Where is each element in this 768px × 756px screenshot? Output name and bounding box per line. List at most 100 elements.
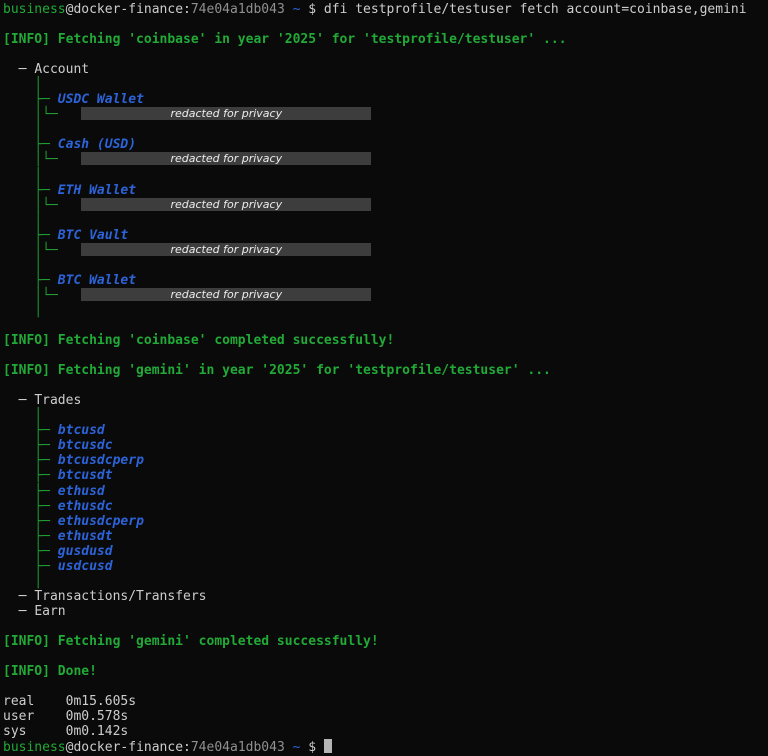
wallet-name: Cash (USD) [58,137,136,152]
trade-symbol: ethusdcperp [58,514,144,529]
tree-item-line: ├─ USDC Wallet [3,92,768,107]
tree-dash: ─ [3,604,34,619]
tree-item-line: ├─ ethusdcperp [3,514,768,529]
command-text: dfi testprofile/testuser fetch account=c… [324,2,747,17]
tree-redacted-line: │└─ redacted for privacy [3,107,768,122]
timing-line: real 0m15.605s [3,694,768,709]
tree-item-line: ├─ Cash (USD) [3,137,768,152]
tree-line: │ [3,122,768,137]
tree-branch: ├─ [3,453,58,468]
trade-symbol: btcusdc [58,438,113,453]
wallet-name: BTC Wallet [58,273,136,288]
tree-dash: ─ [3,62,34,77]
blank-line [3,348,768,363]
tree-item-line: ├─ BTC Wallet [3,273,768,288]
tree-branch: ├─ [3,514,58,529]
redacted-privacy-bar: redacted for privacy [81,243,371,256]
tree-dash: ─ [3,589,34,604]
tree-item-line: ├─ ethusdt [3,529,768,544]
tree-redacted-line: │└─ redacted for privacy [3,243,768,258]
info-line: [INFO] Fetching 'gemini' in year '2025' … [3,363,768,378]
tree-branch: ├─ [3,137,58,152]
terminal[interactable]: business@docker-finance:74e04a1db043 ~ $… [0,0,768,756]
timing-label: sys [3,724,66,739]
tree-branch: ├─ [3,544,58,559]
info-message: [INFO] Fetching 'coinbase' in year '2025… [3,32,567,47]
tree-branch: │ [3,77,42,92]
tree-header-line: ─ Earn [3,604,768,619]
trade-symbol: ethusd [58,484,105,499]
tree-node-label: Transactions/Transfers [34,589,206,604]
prompt-symbol: $ [300,740,323,755]
prompt-container-id: 74e04a1db043 [191,2,285,17]
timing-label: real [3,694,66,709]
tree-branch: │ [3,574,42,589]
tree-branch: ├─ [3,468,58,483]
tree-branch: │ [3,408,42,423]
timing-label: user [3,709,66,724]
prompt-user: business [3,740,66,755]
tree-branch: ├─ [3,228,58,243]
tree-line: │ [3,303,768,318]
tree-line: │ [3,408,768,423]
trade-symbol: ethusdc [58,499,113,514]
tree-branch: │ [3,122,42,137]
prompt-host: @docker-finance: [66,2,191,17]
blank-line [3,318,768,333]
info-message: [INFO] Fetching 'gemini' in year '2025' … [3,363,551,378]
blank-line [3,679,768,694]
tree-item-line: ├─ btcusdt [3,468,768,483]
tree-item-line: ├─ usdcusd [3,559,768,574]
blank-line [3,17,768,32]
tree-branch: ├─ [3,92,58,107]
tree-line: │ [3,574,768,589]
blank-line [3,378,768,393]
tree-branch: │└─ [3,243,81,258]
prompt-symbol: $ [300,2,323,17]
tree-item-line: ├─ ethusd [3,484,768,499]
tree-branch: ├─ [3,273,58,288]
timing-line: user 0m0.578s [3,709,768,724]
tree-branch: ├─ [3,183,58,198]
text-segment [285,740,293,755]
tree-item-line: ├─ ETH Wallet [3,183,768,198]
timing-value: 0m15.605s [66,694,136,709]
tree-line: │ [3,77,768,92]
prompt-line: business@docker-finance:74e04a1db043 ~ $ [3,739,768,754]
tree-header-line: ─ Transactions/Transfers [3,589,768,604]
tree-branch: │ [3,303,42,318]
trade-symbol: ethusdt [58,529,113,544]
prompt-user: business [3,2,66,17]
tree-redacted-line: │└─ redacted for privacy [3,288,768,303]
tree-item-line: ├─ ethusdc [3,499,768,514]
trade-symbol: usdcusd [58,559,113,574]
trade-symbol: btcusdt [58,468,113,483]
tree-branch: ├─ [3,559,58,574]
info-message: [INFO] Done! [3,664,97,679]
tree-branch: │└─ [3,198,81,213]
tree-branch: │ [3,258,42,273]
tree-line: │ [3,258,768,273]
tree-branch: ├─ [3,484,58,499]
terminal-cursor [324,739,332,753]
tree-branch: │└─ [3,152,81,167]
tree-branch: ├─ [3,423,58,438]
tree-item-line: ├─ BTC Vault [3,228,768,243]
prompt-host: @docker-finance: [66,740,191,755]
tree-branch: │└─ [3,288,81,303]
info-line: [INFO] Fetching 'coinbase' in year '2025… [3,32,768,47]
tree-branch: │└─ [3,107,81,122]
blank-line [3,649,768,664]
info-line: [INFO] Done! [3,664,768,679]
timing-line: sys 0m0.142s [3,724,768,739]
redacted-privacy-bar: redacted for privacy [81,288,371,301]
redacted-privacy-bar: redacted for privacy [81,107,371,120]
info-message: [INFO] Fetching 'gemini' completed succe… [3,634,379,649]
tree-node-label: Earn [34,604,65,619]
blank-line [3,47,768,62]
tree-node-label: Trades [34,393,81,408]
wallet-name: ETH Wallet [58,183,136,198]
blank-line [3,619,768,634]
info-message: [INFO] Fetching 'coinbase' completed suc… [3,333,394,348]
tree-node-label: Account [34,62,89,77]
